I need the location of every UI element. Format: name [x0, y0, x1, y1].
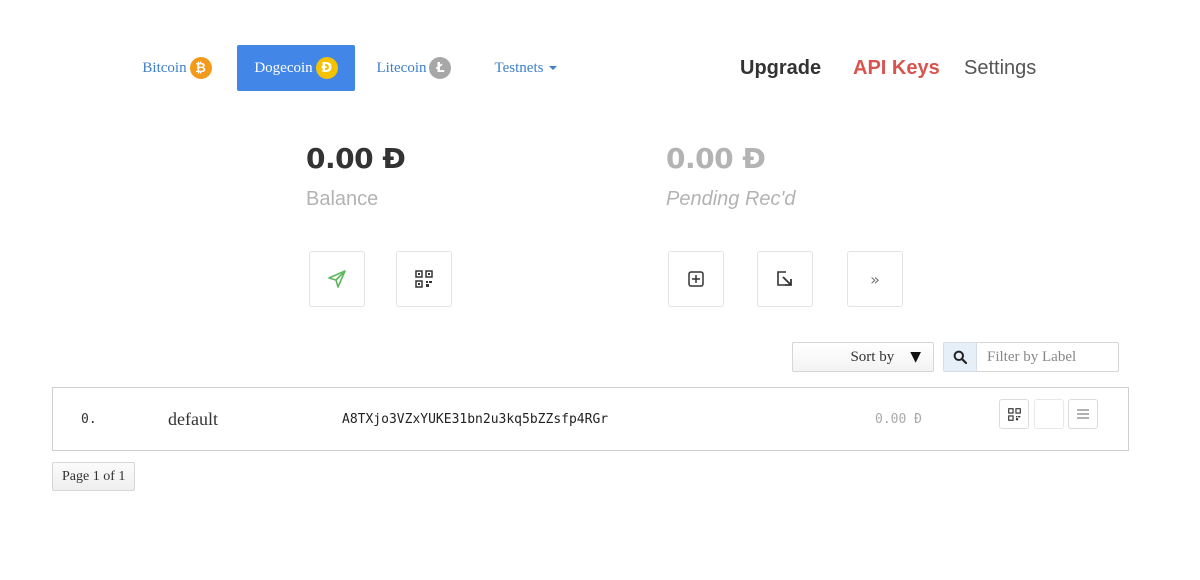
- caret-down-icon: [549, 66, 558, 70]
- search-icon: [953, 350, 967, 364]
- balance-amount: 0.00 Ð: [306, 142, 406, 175]
- address-qr-button[interactable]: [999, 399, 1029, 429]
- tab-bitcoin-label: Bitcoin: [142, 59, 187, 76]
- tab-testnets-label: Testnets: [494, 59, 544, 76]
- address-balance: 0.00 Ð: [875, 411, 922, 427]
- tab-litecoin-label: Litecoin: [376, 59, 427, 76]
- pending-amount: 0.00 Ð: [666, 142, 766, 175]
- tab-dogecoin-label: Dogecoin: [254, 59, 313, 76]
- qr-code-icon: [415, 270, 433, 288]
- sort-by-label: Sort by: [850, 348, 895, 365]
- litecoin-icon: Ł: [429, 57, 452, 79]
- address-menu-button[interactable]: [1068, 399, 1098, 429]
- send-button[interactable]: [309, 251, 365, 307]
- receive-qr-button[interactable]: [396, 251, 452, 307]
- pagination-indicator: Page 1 of 1: [52, 462, 136, 491]
- dogecoin-icon: Ð: [315, 57, 338, 79]
- tab-bitcoin[interactable]: Bitcoin ₿: [134, 45, 220, 91]
- filter-by-label-input[interactable]: [977, 342, 1119, 372]
- address-row: 0. default A8TXjo3VZxYUKE31bn2u3kq5bZZsf…: [52, 387, 1129, 451]
- balance-label: Balance: [306, 188, 379, 210]
- qr-code-icon: [1007, 407, 1021, 421]
- add-address-button[interactable]: [668, 251, 724, 307]
- address-index: 0.: [81, 411, 97, 427]
- double-chevron-right-icon: »: [870, 269, 880, 289]
- pending-label: Pending Rec'd: [666, 188, 796, 210]
- tab-dogecoin[interactable]: Dogecoin Ð: [237, 45, 355, 91]
- tab-testnets-dropdown[interactable]: Testnets: [484, 45, 568, 91]
- address-blank-button[interactable]: [1034, 399, 1064, 429]
- import-button[interactable]: [757, 251, 813, 307]
- address-value[interactable]: A8TXjo3VZxYUKE31bn2u3kq5bZZsfp4RGr: [342, 388, 608, 450]
- more-button[interactable]: »: [847, 251, 903, 307]
- settings-link[interactable]: Settings: [964, 57, 1036, 80]
- add-address-icon: [688, 271, 704, 287]
- api-keys-link[interactable]: API Keys: [853, 57, 940, 80]
- sort-arrow-icon: ▼: [910, 349, 921, 365]
- tab-litecoin[interactable]: Litecoin Ł: [368, 45, 460, 91]
- import-icon: [777, 271, 792, 286]
- bitcoin-icon: ₿: [189, 57, 212, 79]
- send-icon: [328, 270, 346, 288]
- upgrade-link[interactable]: Upgrade: [740, 57, 821, 80]
- hamburger-menu-icon: [1077, 409, 1089, 419]
- address-label[interactable]: default: [168, 388, 218, 450]
- search-button[interactable]: [943, 342, 977, 372]
- sort-by-dropdown[interactable]: Sort by ▼: [792, 342, 934, 372]
